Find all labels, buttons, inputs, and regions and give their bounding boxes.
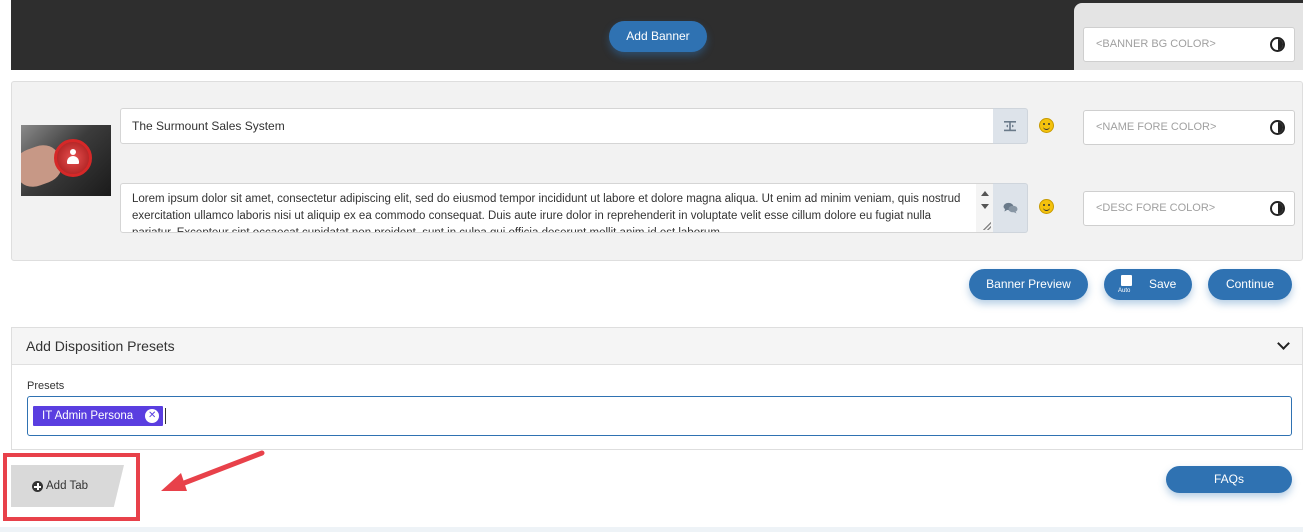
scroll-up-icon[interactable]	[981, 191, 989, 196]
text-caret	[165, 408, 166, 424]
preset-tag: IT Admin Persona ✕	[33, 406, 164, 426]
banner-preview-button[interactable]: Banner Preview	[969, 269, 1088, 300]
banner-image[interactable]	[21, 125, 111, 196]
banner-name-input[interactable]: The Surmount Sales System	[120, 108, 994, 144]
preset-tag-label: IT Admin Persona	[42, 410, 134, 422]
auto-save-checkbox[interactable]	[1121, 275, 1132, 286]
banner-bg-color-input[interactable]: <BANNER BG COLOR>	[1083, 27, 1295, 62]
desc-fore-color-input[interactable]: <DESC FORE COLOR>	[1083, 191, 1295, 226]
emoji-picker-icon[interactable]	[1039, 118, 1054, 133]
contrast-icon[interactable]	[1270, 120, 1285, 135]
name-fore-color-placeholder: <NAME FORE COLOR>	[1096, 121, 1217, 133]
auto-save-label: Auto	[1118, 288, 1131, 294]
chevron-down-icon[interactable]	[1277, 337, 1290, 350]
save-button[interactable]: Auto Save	[1104, 269, 1192, 300]
comments-icon[interactable]	[993, 183, 1028, 233]
contrast-icon[interactable]	[1270, 37, 1285, 52]
text-align-icon	[1004, 121, 1016, 132]
presets-accordion-header[interactable]: Add Disposition Presets	[12, 328, 1302, 365]
text-format-icon[interactable]	[993, 108, 1028, 144]
banner-description-textarea[interactable]: Lorem ipsum dolor sit amet, consectetur …	[120, 183, 994, 233]
resize-handle-icon[interactable]	[983, 222, 991, 230]
person-icon	[67, 149, 79, 165]
continue-button[interactable]: Continue	[1208, 269, 1292, 300]
emoji-picker-icon[interactable]	[1039, 199, 1054, 214]
presets-tag-input[interactable]: IT Admin Persona ✕	[27, 396, 1292, 436]
name-fore-color-input[interactable]: <NAME FORE COLOR>	[1083, 110, 1295, 145]
disposition-presets-section: Add Disposition Presets Presets IT Admin…	[11, 327, 1303, 450]
presets-section-title: Add Disposition Presets	[26, 338, 175, 354]
description-text: Lorem ipsum dolor sit amet, consectetur …	[132, 193, 961, 233]
desc-fore-color-placeholder: <DESC FORE COLOR>	[1096, 202, 1216, 214]
remove-tag-icon[interactable]: ✕	[145, 409, 160, 423]
annotation-arrow-icon	[161, 450, 265, 491]
add-banner-button[interactable]: Add Banner	[609, 21, 707, 52]
save-label: Save	[1149, 277, 1177, 291]
page-bottom-border	[0, 527, 1303, 532]
scroll-down-icon[interactable]	[981, 204, 989, 209]
annotation-highlight-box	[3, 453, 140, 521]
chat-bubbles-icon	[1003, 202, 1017, 214]
presets-field-label: Presets	[27, 380, 65, 392]
contrast-icon[interactable]	[1270, 201, 1285, 216]
faqs-button[interactable]: FAQs	[1166, 466, 1292, 493]
banner-bg-color-placeholder: <BANNER BG COLOR>	[1096, 38, 1216, 50]
